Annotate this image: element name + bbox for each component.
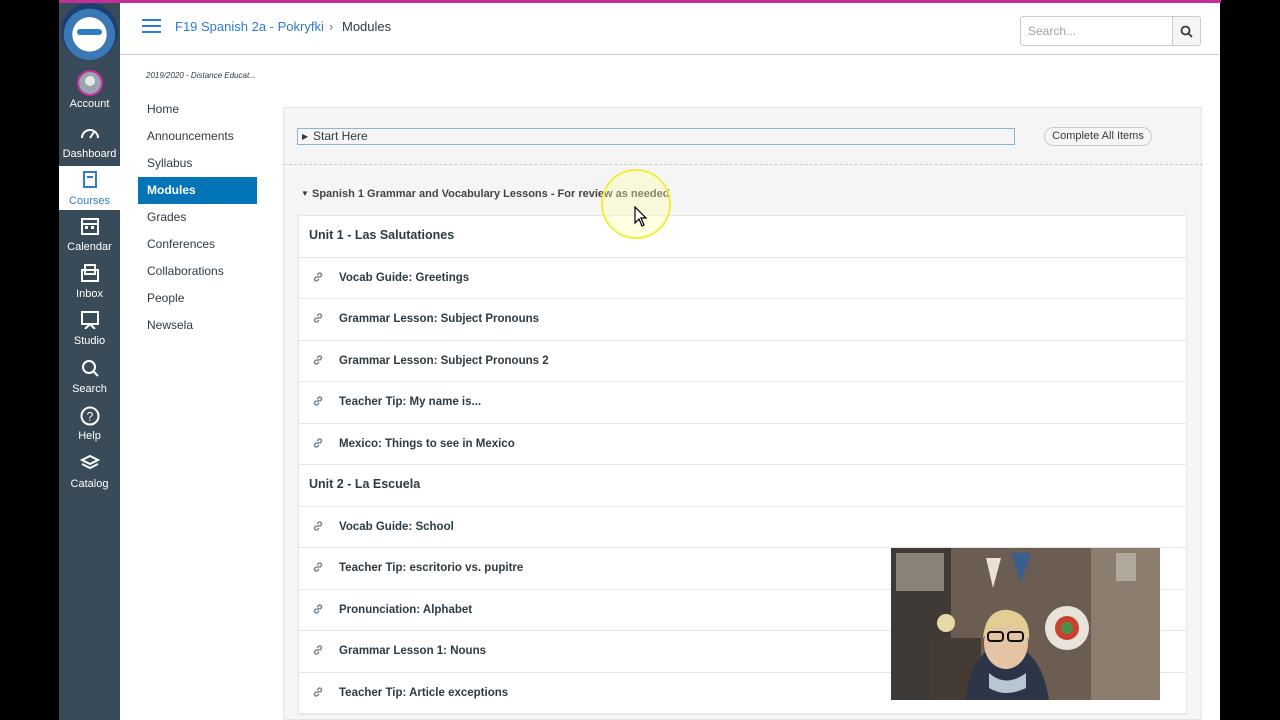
link-icon [312,686,324,701]
course-nav-newsela[interactable]: Newsela [138,312,257,339]
link-icon [312,520,324,535]
item-title[interactable]: Grammar Lesson: Subject Pronouns 2 [339,355,549,367]
item-title[interactable]: Teacher Tip: My name is... [339,396,481,408]
subheader-title: Unit 1 - Las Salutationes [309,228,455,242]
term-label: 2019/2020 - Distance Educat... [146,71,256,80]
module-title: Start Here [313,129,368,143]
course-nav-conferences[interactable]: Conferences [138,231,257,258]
link-icon [312,561,324,576]
module-start-here[interactable]: ▶ Start Here [297,128,1015,145]
dashboard-icon [59,124,120,146]
global-nav-help[interactable]: ? Help [59,406,120,442]
global-nav: Account Dashboard Courses Calendar Inbox… [59,3,120,720]
breadcrumb-current: Modules [342,19,392,34]
caret-right-icon: ▶ [302,132,309,141]
module-item[interactable]: Mexico: Things to see in Mexico [299,424,1186,465]
course-nav-collaborations[interactable]: Collaborations [138,258,257,285]
search-button[interactable] [1172,17,1200,45]
item-title[interactable]: Teacher Tip: escritorio vs. pupitre [339,562,523,574]
webcam-overlay [891,548,1160,700]
item-title[interactable]: Mexico: Things to see in Mexico [339,438,515,450]
link-icon [312,271,324,286]
global-nav-inbox[interactable]: Inbox [59,264,120,300]
global-nav-catalog[interactable]: Catalog [59,454,120,490]
module-subheader: Unit 1 - Las Salutationes [299,216,1186,258]
complete-all-items-button[interactable]: Complete All Items [1044,127,1152,146]
global-nav-search[interactable]: Search [59,359,120,395]
course-nav-home[interactable]: Home [138,96,257,123]
course-nav-syllabus[interactable]: Syllabus [138,150,257,177]
global-nav-label: Search [72,383,107,395]
global-nav-label: Catalog [70,478,109,490]
studio-icon [59,311,120,333]
item-title[interactable]: Vocab Guide: Greetings [339,272,469,284]
link-icon [312,644,324,659]
screen: Account Dashboard Courses Calendar Inbox… [0,0,1280,720]
book-icon [59,171,120,193]
course-nav-people[interactable]: People [138,285,257,312]
search-icon [59,359,120,381]
search-box [1020,16,1201,46]
subheader-title: Unit 2 - La Escuela [309,477,421,491]
global-nav-label: Studio [73,335,106,347]
link-icon [312,437,324,452]
course-nav-modules[interactable]: Modules [138,177,257,204]
link-icon [312,603,324,618]
module-item[interactable]: Teacher Tip: My name is... [299,382,1186,424]
inbox-icon [59,264,120,286]
global-nav-label: Account [69,98,110,110]
module-subheader: Unit 2 - La Escuela [299,465,1186,507]
item-title[interactable]: Pronunciation: Alphabet [339,604,472,616]
item-title[interactable]: Vocab Guide: School [339,521,454,533]
search-input[interactable] [1021,17,1171,45]
school-logo[interactable] [61,3,118,60]
global-nav-label: Calendar [67,241,112,253]
global-nav-dashboard[interactable]: Dashboard [59,124,120,160]
course-nav-grades[interactable]: Grades [138,204,257,231]
global-nav-courses[interactable]: Courses [59,166,120,210]
module-item[interactable]: Vocab Guide: Greetings [299,258,1186,299]
avatar [76,70,103,96]
course-nav: 2019/2020 - Distance Educat... Home Anno… [138,71,268,339]
svg-text:?: ? [86,410,93,424]
calendar-icon [59,217,120,239]
search-icon [1180,25,1193,38]
breadcrumb-separator: › [329,19,334,34]
caret-down-icon: ▼ [301,189,309,198]
breadcrumb-course-link[interactable]: F19 Spanish 2a - Pokryfki [175,19,324,34]
hamburger-menu-icon[interactable] [142,19,161,34]
layers-icon [59,454,120,476]
item-title[interactable]: Teacher Tip: Article exceptions [339,687,508,699]
cursor-highlight [601,169,671,239]
item-title[interactable]: Grammar Lesson: Subject Pronouns [339,313,539,325]
mouse-cursor-icon [634,206,648,227]
global-nav-label: Courses [69,195,110,207]
module-item[interactable]: Grammar Lesson: Subject Pronouns [299,299,1186,341]
global-nav-label: Help [78,430,101,442]
module-item[interactable]: Vocab Guide: School [299,507,1186,548]
link-icon [312,312,324,327]
global-nav-calendar[interactable]: Calendar [59,217,120,253]
help-icon: ? [59,406,120,428]
presenter-video [891,548,1160,700]
divider [284,164,1203,165]
course-nav-announcements[interactable]: Announcements [138,123,257,150]
global-nav-label: Dashboard [62,148,117,160]
global-nav-account[interactable]: Account [59,70,120,110]
module-item[interactable]: Grammar Lesson: Subject Pronouns 2 [299,341,1186,382]
link-icon [312,354,324,369]
item-title[interactable]: Grammar Lesson 1: Nouns [339,645,486,657]
global-nav-studio[interactable]: Studio [59,311,120,347]
link-icon [312,395,324,410]
page-header: F19 Spanish 2a - Pokryfki › Modules [120,3,1220,55]
global-nav-label: Inbox [76,288,103,300]
